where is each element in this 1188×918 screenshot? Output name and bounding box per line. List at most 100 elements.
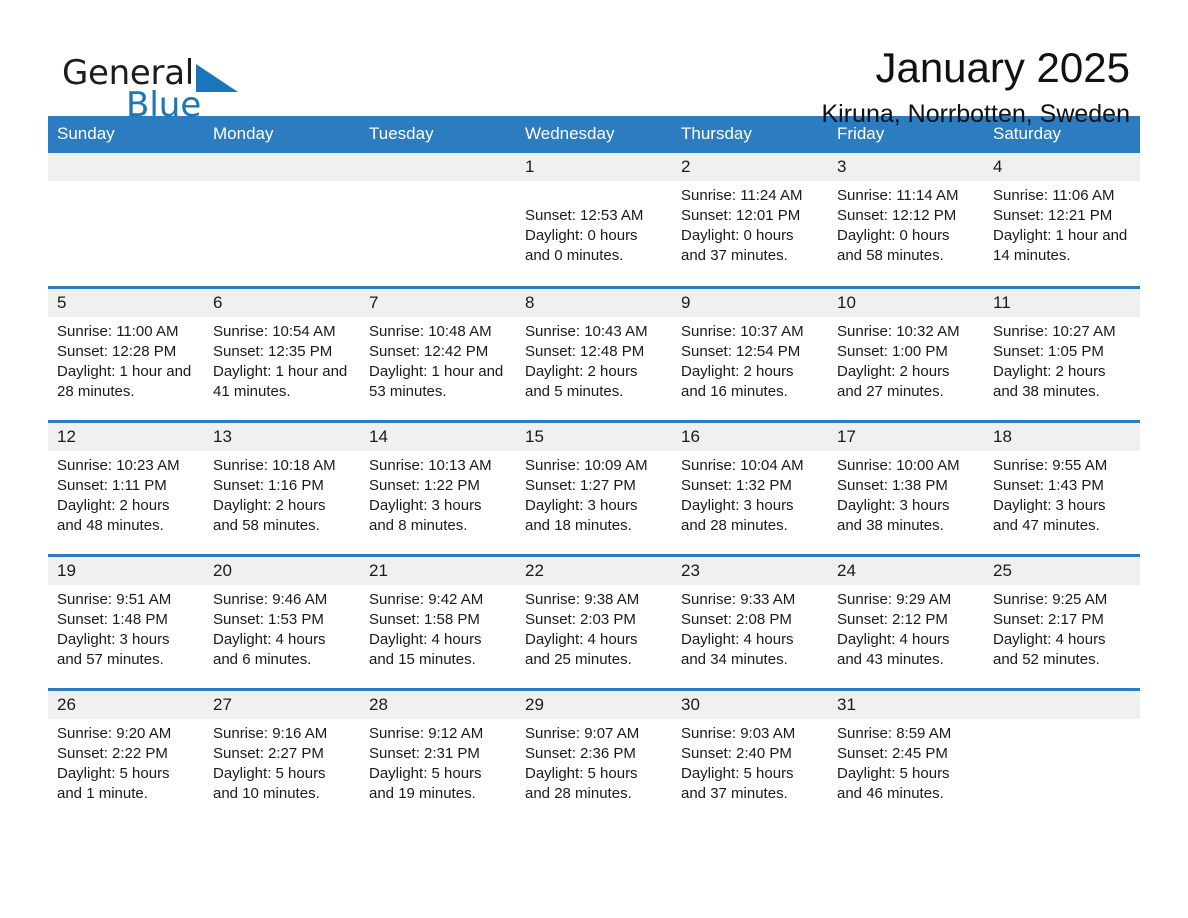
day-number: 24: [828, 556, 984, 585]
day-details: [48, 181, 204, 191]
detail-line: Daylight: 5 hours: [369, 764, 482, 782]
detail-line: and 43 minutes.: [837, 650, 944, 668]
detail-line: Daylight: 4 hours: [837, 630, 950, 648]
calendar-page: General Blue January 2025 Kiruna, Norrbo…: [0, 0, 1188, 918]
day-details: Sunrise: 10:13 AM Sunset: 1:22 PM Daylight…: [360, 451, 516, 536]
day-number: 8: [516, 288, 672, 317]
calendar-cell-day[interactable]: 4 Sunrise: 11:06 AM Sunset: 12:21 PM Daylig…: [984, 153, 1140, 287]
day-details: Sunrise: 9:51 AM Sunset: 1:48 PM Daylight:…: [48, 585, 204, 670]
day-details: Sunrise: 9:16 AM Sunset: 2:27 PM Daylight:…: [204, 719, 360, 804]
day-details: Sunrise: 10:43 AM Sunset: 12:48 PM Dayligh…: [516, 317, 672, 402]
detail-line-empty: [525, 186, 664, 206]
detail-line: Sunrise: 10:00 AM: [837, 456, 960, 474]
detail-line: Daylight: 5 hours: [681, 764, 794, 782]
general-blue-logo[interactable]: General Blue: [48, 46, 308, 126]
calendar-cell-day[interactable]: 2 Sunrise: 11:24 AM Sunset: 12:01 PM Daylig…: [672, 153, 828, 287]
detail-line: Sunrise: 10:32 AM: [837, 322, 960, 340]
detail-line: and 37 minutes.: [681, 247, 788, 264]
calendar-cell-day[interactable]: 29 Sunrise: 9:07 AM Sunset: 2:36 PM Dayligh…: [516, 687, 672, 823]
day-details: Sunrise: 9:33 AM Sunset: 2:08 PM Daylight:…: [672, 585, 828, 670]
day-number: 21: [360, 556, 516, 585]
calendar-cell-day[interactable]: 8 Sunrise: 10:43 AM Sunset: 12:48 PM Daylig…: [516, 285, 672, 421]
detail-line: Sunset: 2:27 PM: [213, 744, 324, 762]
calendar-cell-day[interactable]: 26 Sunrise: 9:20 AM Sunset: 2:22 PM Dayligh…: [48, 687, 204, 823]
calendar-cell-day[interactable]: 22 Sunrise: 9:38 AM Sunset: 2:03 PM Dayligh…: [516, 553, 672, 689]
detail-line: Daylight: 3 hours: [837, 496, 950, 514]
calendar-cell-day[interactable]: 15 Sunrise: 10:09 AM Sunset: 1:27 PM Daylig…: [516, 419, 672, 555]
calendar-cell-day[interactable]: 9 Sunrise: 10:37 AM Sunset: 12:54 PM Daylig…: [672, 285, 828, 421]
detail-line: Sunrise: 10:13 AM: [369, 456, 492, 474]
calendar-cell-day[interactable]: 19 Sunrise: 9:51 AM Sunset: 1:48 PM Dayligh…: [48, 553, 204, 689]
day-number: [204, 153, 360, 181]
day-number: 2: [672, 153, 828, 181]
calendar-cell-day[interactable]: 25 Sunrise: 9:25 AM Sunset: 2:17 PM Dayligh…: [984, 553, 1140, 689]
detail-line: Sunset: 1:27 PM: [525, 476, 636, 494]
day-number: [360, 153, 516, 181]
calendar-cell-day[interactable]: 27 Sunrise: 9:16 AM Sunset: 2:27 PM Dayligh…: [204, 687, 360, 823]
day-details: Sunrise: 9:03 AM Sunset: 2:40 PM Daylight:…: [672, 719, 828, 804]
detail-line: Sunset: 12:42 PM: [369, 342, 489, 360]
calendar-cell-day[interactable]: 28 Sunrise: 9:12 AM Sunset: 2:31 PM Dayligh…: [360, 687, 516, 823]
detail-line: Daylight: 2 hours: [525, 362, 638, 380]
detail-line: and 58 minutes.: [213, 516, 320, 534]
detail-line: Daylight: 3 hours: [57, 630, 170, 648]
calendar-cell-day[interactable]: 16 Sunrise: 10:04 AM Sunset: 1:32 PM Daylig…: [672, 419, 828, 555]
detail-line: Daylight: 1 hour and: [57, 362, 192, 380]
detail-line: Sunrise: 10:37 AM: [681, 322, 804, 340]
detail-line: and 47 minutes.: [993, 516, 1100, 534]
day-details: Sunrise: 9:42 AM Sunset: 1:58 PM Daylight:…: [360, 585, 516, 670]
calendar-cell-day[interactable]: 30 Sunrise: 9:03 AM Sunset: 2:40 PM Dayligh…: [672, 687, 828, 823]
detail-line: Daylight: 5 hours: [525, 764, 638, 782]
calendar-cell-day[interactable]: 10 Sunrise: 10:32 AM Sunset: 1:00 PM Daylig…: [828, 285, 984, 421]
calendar-cell-day[interactable]: 11 Sunrise: 10:27 AM Sunset: 1:05 PM Daylig…: [984, 285, 1140, 421]
detail-line: and 18 minutes.: [525, 516, 632, 534]
detail-line: Sunrise: 10:09 AM: [525, 456, 648, 474]
calendar-cell-day[interactable]: 23 Sunrise: 9:33 AM Sunset: 2:08 PM Dayligh…: [672, 553, 828, 689]
day-number: 16: [672, 422, 828, 451]
calendar-body: 1 Sunset: 12:53 AM Daylight: 0 hours and 0 …: [48, 153, 1140, 823]
calendar-cell-day[interactable]: 14 Sunrise: 10:13 AM Sunset: 1:22 PM Daylig…: [360, 419, 516, 555]
day-details: Sunrise: 10:32 AM Sunset: 1:00 PM Daylight…: [828, 317, 984, 402]
calendar-cell-day[interactable]: 6 Sunrise: 10:54 AM Sunset: 12:35 PM Daylig…: [204, 285, 360, 421]
detail-line: Daylight: 5 hours: [57, 764, 170, 782]
detail-line: and 46 minutes.: [837, 784, 944, 802]
detail-line: and 28 minutes.: [681, 516, 788, 534]
detail-line: Daylight: 5 hours: [213, 764, 326, 782]
detail-line: Sunset: 1:22 PM: [369, 476, 480, 494]
day-details: Sunrise: 10:23 AM Sunset: 1:11 PM Daylight…: [48, 451, 204, 536]
detail-line: Sunset: 12:35 PM: [213, 342, 333, 360]
detail-line: Sunset: 1:05 PM: [993, 342, 1104, 360]
calendar-cell-day[interactable]: 5 Sunrise: 11:00 AM Sunset: 12:28 PM Daylig…: [48, 285, 204, 421]
detail-line: Daylight: 2 hours: [57, 496, 170, 514]
calendar-cell-day[interactable]: 17 Sunrise: 10:00 AM Sunset: 1:38 PM Daylig…: [828, 419, 984, 555]
detail-line: Daylight: 3 hours: [369, 496, 482, 514]
day-number: 22: [516, 556, 672, 585]
day-details: Sunrise: 9:46 AM Sunset: 1:53 PM Daylight:…: [204, 585, 360, 670]
calendar-week-row: 5 Sunrise: 11:00 AM Sunset: 12:28 PM Daylig…: [48, 285, 1140, 421]
day-details: Sunrise: 10:48 AM Sunset: 12:42 PM Dayligh…: [360, 317, 516, 402]
calendar-cell-day[interactable]: 12 Sunrise: 10:23 AM Sunset: 1:11 PM Daylig…: [48, 419, 204, 555]
calendar-cell-day[interactable]: 7 Sunrise: 10:48 AM Sunset: 12:42 PM Daylig…: [360, 285, 516, 421]
calendar-cell-day[interactable]: 3 Sunrise: 11:14 AM Sunset: 12:12 PM Daylig…: [828, 153, 984, 287]
detail-line: Sunset: 1:32 PM: [681, 476, 792, 494]
detail-line: Daylight: 0 hours: [525, 227, 638, 244]
detail-line: and 37 minutes.: [681, 784, 788, 802]
detail-line: Sunset: 2:12 PM: [837, 610, 948, 628]
calendar-cell-day[interactable]: 13 Sunrise: 10:18 AM Sunset: 1:16 PM Daylig…: [204, 419, 360, 555]
day-details: Sunrise: 8:59 AM Sunset: 2:45 PM Daylight:…: [828, 719, 984, 804]
detail-line: and 25 minutes.: [525, 650, 632, 668]
calendar-cell-day[interactable]: 21 Sunrise: 9:42 AM Sunset: 1:58 PM Dayligh…: [360, 553, 516, 689]
page-title: January 2025: [875, 44, 1130, 91]
calendar-cell-day[interactable]: 20 Sunrise: 9:46 AM Sunset: 1:53 PM Dayligh…: [204, 553, 360, 689]
day-number: 25: [984, 556, 1140, 585]
day-number: 9: [672, 288, 828, 317]
detail-line: Sunset: 12:01 PM: [681, 207, 801, 224]
detail-line: Sunset: 1:00 PM: [837, 342, 948, 360]
day-number: 27: [204, 690, 360, 719]
calendar-cell-day[interactable]: 18 Sunrise: 9:55 AM Sunset: 1:43 PM Dayligh…: [984, 419, 1140, 555]
calendar-cell-day[interactable]: 31 Sunrise: 8:59 AM Sunset: 2:45 PM Dayligh…: [828, 687, 984, 823]
calendar-cell-day[interactable]: 24 Sunrise: 9:29 AM Sunset: 2:12 PM Dayligh…: [828, 553, 984, 689]
calendar-cell-day[interactable]: 1 Sunset: 12:53 AM Daylight: 0 hours and 0 …: [516, 153, 672, 287]
day-number: [48, 153, 204, 181]
day-details: [984, 719, 1140, 729]
